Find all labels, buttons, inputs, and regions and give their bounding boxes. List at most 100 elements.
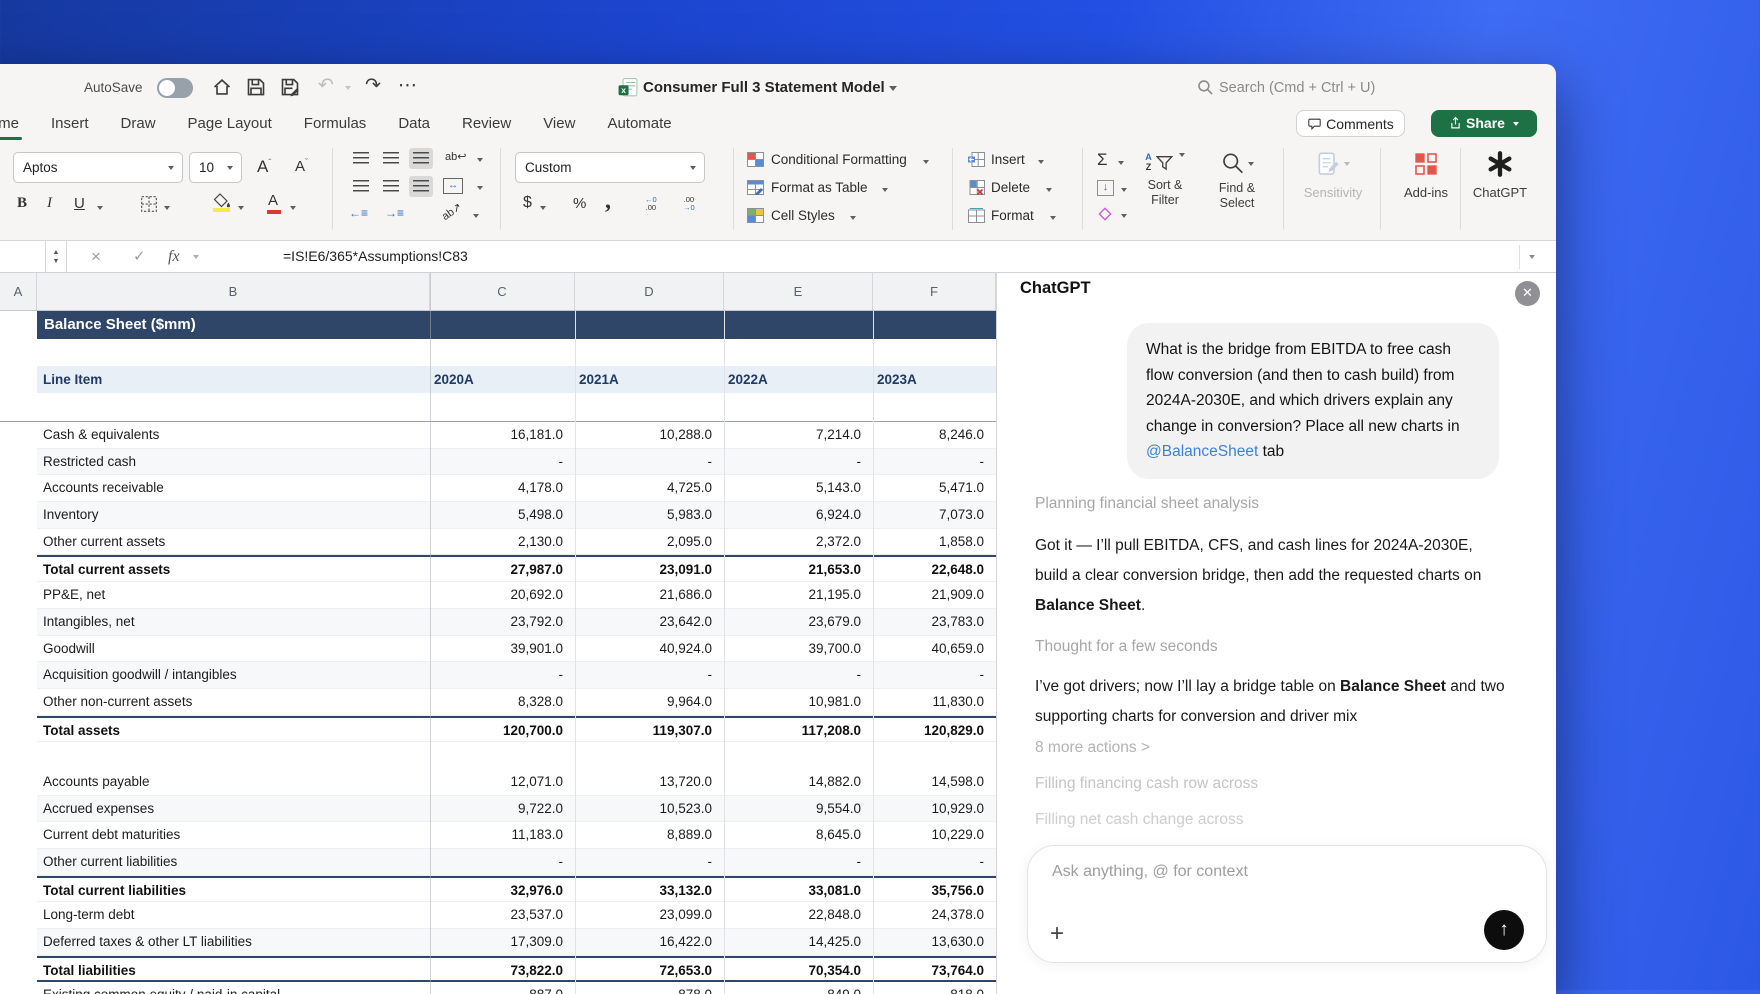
cell-value[interactable]: -	[430, 849, 575, 876]
fill-color-button[interactable]	[213, 193, 231, 213]
chat-input-box[interactable]: + ↑	[1027, 845, 1547, 963]
cell-value[interactable]: 16,422.0	[575, 929, 724, 956]
tab-automate[interactable]: Automate	[607, 112, 671, 141]
table-row[interactable]: Other non-current assets 8,328.0 9,964.0 10…	[37, 689, 996, 716]
cell-value[interactable]: 14,425.0	[724, 929, 873, 956]
cell-value[interactable]: 5,498.0	[430, 502, 575, 529]
cell-value[interactable]: 33,081.0	[724, 878, 873, 905]
table-row[interactable]: Long-term debt 23,537.0 23,099.0 22,848.0 24…	[37, 902, 996, 930]
cell-value[interactable]: 23,537.0	[430, 902, 575, 929]
borders-button[interactable]	[140, 195, 158, 218]
underline-button[interactable]: U	[74, 195, 85, 212]
cell-value[interactable]: 21,653.0	[724, 557, 873, 584]
cell-value[interactable]: 1,858.0	[873, 529, 996, 556]
header-row[interactable]: Line Item 2020A 2021A 2022A 2023A	[37, 366, 996, 393]
comma-button[interactable]: ,	[605, 188, 611, 215]
cell-value[interactable]: 8,328.0	[430, 689, 575, 716]
table-row[interactable]: Accounts payable 12,071.0 13,720.0 14,882.0…	[37, 769, 996, 796]
increase-decimal-button[interactable]: .00 →0	[683, 196, 695, 212]
borders-chevron-icon[interactable]	[164, 206, 170, 210]
more-options-button[interactable]: ⋯	[398, 74, 418, 97]
tab-review[interactable]: Review	[462, 112, 511, 141]
table-row[interactable]: Goodwill 39,901.0 40,924.0 39,700.0 40,659.0	[37, 636, 996, 663]
share-button[interactable]: Share	[1431, 110, 1537, 137]
tab-insert[interactable]: Insert	[51, 112, 89, 141]
cell-value[interactable]: 73,822.0	[430, 958, 575, 985]
close-chat-button[interactable]: ✕	[1515, 281, 1540, 306]
cell-value[interactable]: 2,372.0	[724, 529, 873, 556]
format-cells-chevron-icon[interactable]	[1050, 216, 1056, 220]
cell-value[interactable]: 39,700.0	[724, 636, 873, 663]
column-header-B[interactable]: B	[37, 273, 430, 310]
table-row[interactable]: Accrued expenses 9,722.0 10,523.0 9,554.0 10…	[37, 795, 996, 823]
decrease-font-button[interactable]: Aˇ	[295, 157, 308, 175]
cell-value[interactable]: 117,208.0	[724, 718, 873, 745]
cell-value[interactable]: 14,882.0	[724, 769, 873, 796]
table-row[interactable]: Deferred taxes & other LT liabilities 17,…	[37, 929, 996, 956]
cell-value[interactable]: 23,091.0	[575, 557, 724, 584]
table-row[interactable]: Total liabilities 73,822.0 72,653.0 70,354.…	[37, 955, 996, 985]
cell-value[interactable]: 39,901.0	[430, 636, 575, 663]
cell-value[interactable]: 32,976.0	[430, 878, 575, 905]
redo-button[interactable]: ↷	[365, 74, 381, 97]
cell-value[interactable]: 21,686.0	[575, 582, 724, 609]
format-as-table-button[interactable]: Format as Table	[771, 180, 868, 195]
cell-value[interactable]: 33,132.0	[575, 878, 724, 905]
underline-chevron-icon[interactable]	[97, 206, 103, 210]
cell-value[interactable]: 10,929.0	[873, 796, 996, 823]
table-row[interactable]: Other current assets 2,130.0 2,095.0 2,372.…	[37, 529, 996, 556]
cell-value[interactable]: 22,848.0	[724, 902, 873, 929]
cell-value[interactable]: 9,554.0	[724, 796, 873, 823]
font-color-button[interactable]: A	[267, 192, 281, 214]
autosum-button[interactable]: Σ	[1097, 150, 1108, 170]
cell-value[interactable]: -	[873, 849, 996, 876]
cell-value[interactable]: 20,692.0	[430, 582, 575, 609]
fill-chevron-icon[interactable]	[1121, 188, 1127, 192]
cell-value[interactable]: 13,720.0	[575, 769, 724, 796]
align-middle-button[interactable]	[379, 148, 403, 169]
enter-button[interactable]: ✓	[133, 241, 146, 272]
table-row[interactable]: Existing common equity / paid-in capital…	[37, 982, 996, 994]
save-button[interactable]	[246, 77, 266, 102]
font-name-select[interactable]: Aptos	[13, 152, 183, 183]
cell-value[interactable]: 5,143.0	[724, 475, 873, 502]
conditional-formatting-chevron-icon[interactable]	[923, 160, 929, 164]
format-as-table-chevron-icon[interactable]	[882, 188, 888, 192]
tab-formulas[interactable]: Formulas	[304, 112, 367, 141]
cell-value[interactable]: 5,983.0	[575, 502, 724, 529]
tab-home[interactable]: Home	[0, 112, 23, 141]
sensitivity-button[interactable]: Sensitivity	[1297, 152, 1369, 200]
table-row[interactable]: Inventory 5,498.0 5,983.0 6,924.0 7,073.0	[37, 502, 996, 529]
column-header-F[interactable]: F	[873, 273, 996, 310]
cell-value[interactable]: 40,659.0	[873, 636, 996, 663]
cell-value[interactable]: 6,924.0	[724, 502, 873, 529]
format-cells-button[interactable]: Format	[991, 208, 1034, 223]
cell-value[interactable]: 10,523.0	[575, 796, 724, 823]
delete-cells-button[interactable]: Delete	[991, 180, 1030, 195]
orientation-button[interactable]: ab↗	[439, 200, 464, 223]
align-right-button[interactable]	[409, 176, 433, 197]
column-header-C[interactable]: C	[430, 273, 575, 310]
table-row[interactable]: Intangibles, net 23,792.0 23,642.0 23,679.0…	[37, 608, 996, 636]
font-size-select[interactable]: 10	[189, 152, 242, 183]
cell-value[interactable]: -	[724, 849, 873, 876]
comments-button[interactable]: Comments	[1296, 110, 1405, 137]
cell-value[interactable]: 10,288.0	[575, 422, 724, 449]
cell-value[interactable]: 23,642.0	[575, 609, 724, 636]
cell-value[interactable]: -	[430, 449, 575, 476]
cell-value[interactable]: -	[575, 449, 724, 476]
cell-value[interactable]: 23,783.0	[873, 609, 996, 636]
table-row[interactable]: PP&E, net 20,692.0 21,686.0 21,195.0 21,909.…	[37, 582, 996, 609]
cell-value[interactable]: 72,653.0	[575, 958, 724, 985]
name-box-spinner[interactable]: ▲ ▼	[45, 241, 67, 272]
cell-value[interactable]: 4,725.0	[575, 475, 724, 502]
formula-bar-expand-icon[interactable]	[1529, 255, 1535, 259]
cell-value[interactable]: -	[873, 662, 996, 689]
wrap-text-button[interactable]: ab↩	[445, 150, 466, 163]
cell-value[interactable]: -	[575, 662, 724, 689]
cell-value[interactable]: -	[873, 449, 996, 476]
fill-button[interactable]: ↓	[1097, 180, 1114, 196]
cell-value[interactable]: 119,307.0	[575, 718, 724, 745]
number-format-select[interactable]: Custom	[515, 152, 705, 183]
more-actions-link[interactable]: 8 more actions >	[1035, 739, 1150, 757]
